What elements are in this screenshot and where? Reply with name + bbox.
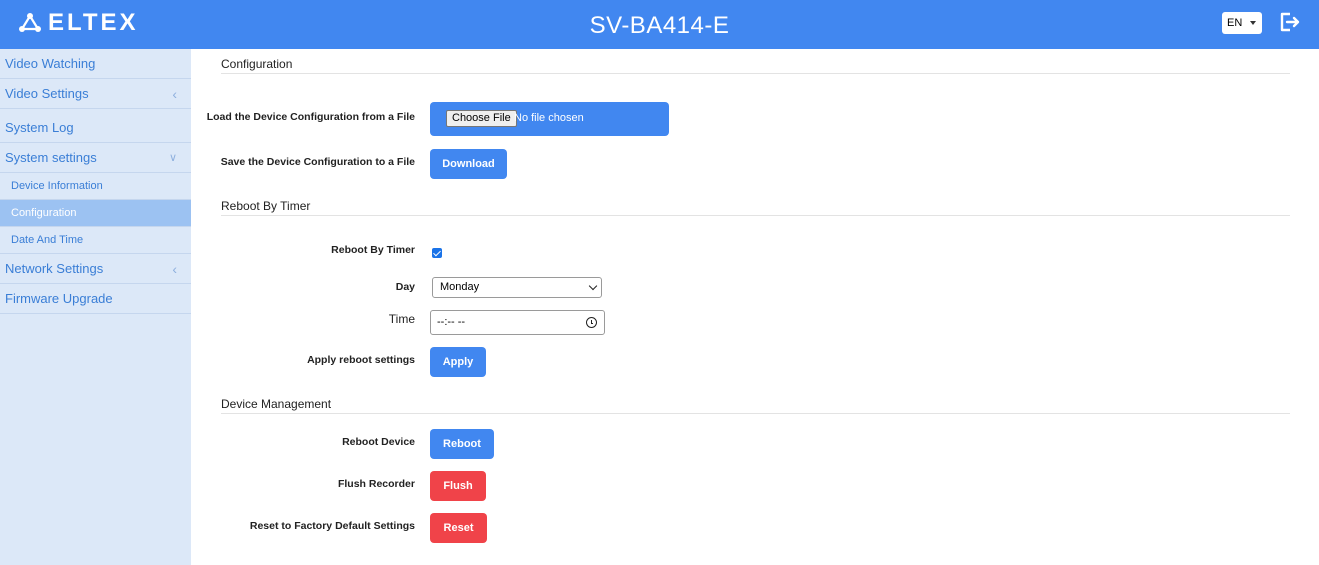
sidebar-item-video-settings[interactable]: Video Settings ‹: [0, 79, 191, 109]
sidebar-item-video-watching[interactable]: Video Watching: [0, 49, 191, 79]
section-divider: [221, 215, 1290, 216]
main-content: Configuration Load the Device Configurat…: [191, 49, 1319, 565]
factory-reset-label: Reset to Factory Default Settings: [249, 520, 415, 532]
sidebar-item-label: Firmware Upgrade: [5, 291, 113, 306]
top-header: ELTEX SV-BA414-E EN: [0, 0, 1319, 49]
flush-recorder-label: Flush Recorder: [337, 478, 415, 490]
chevron-down-icon: ∨: [168, 152, 177, 164]
sidebar-item-date-and-time[interactable]: Date And Time: [0, 227, 191, 254]
language-value: EN: [1227, 17, 1243, 29]
download-button[interactable]: Download: [430, 149, 507, 179]
sidebar-item-label: System settings: [5, 150, 97, 165]
day-label: Day: [395, 281, 415, 293]
chevron-left-icon: ‹: [172, 86, 177, 102]
section-divider: [221, 73, 1290, 74]
chevron-left-icon: ‹: [172, 261, 177, 277]
sidebar-item-label: Configuration: [11, 207, 77, 219]
sidebar: Video Watching Video Settings ‹ System Lo…: [0, 49, 191, 565]
sidebar-item-configuration[interactable]: Configuration: [0, 200, 191, 227]
sidebar-item-label: Date And Time: [11, 234, 84, 246]
day-select[interactable]: Monday: [432, 277, 602, 298]
sidebar-item-system-log[interactable]: System Log: [0, 113, 191, 143]
apply-button[interactable]: Apply: [430, 347, 486, 377]
config-file-input[interactable]: Choose File No file chosen: [430, 102, 669, 136]
reboot-timer-label: Reboot By Timer: [331, 244, 415, 256]
time-input-value: --:-- --: [437, 316, 466, 328]
device-title: SV-BA414-E: [589, 12, 730, 39]
time-label: Time: [388, 312, 415, 326]
load-config-label: Load the Device Configuration from a Fil…: [206, 111, 415, 123]
day-select-value: Monday: [440, 281, 480, 293]
file-status-text: No file chosen: [514, 112, 584, 124]
flush-button[interactable]: Flush: [430, 471, 486, 501]
reboot-device-label: Reboot Device: [342, 436, 415, 448]
section-title-configuration: Configuration: [221, 57, 293, 71]
logout-icon[interactable]: [1277, 10, 1301, 34]
reboot-timer-checkbox[interactable]: [432, 248, 442, 258]
sidebar-item-device-information[interactable]: Device Information: [0, 173, 191, 200]
sidebar-item-label: System Log: [5, 120, 74, 135]
sidebar-item-label: Video Watching: [5, 56, 96, 71]
choose-file-button[interactable]: Choose File: [446, 110, 517, 127]
clock-icon[interactable]: [586, 317, 597, 328]
sidebar-item-firmware-upgrade[interactable]: Firmware Upgrade: [0, 284, 191, 314]
caret-down-icon: [1250, 21, 1256, 25]
chevron-down-icon: [588, 281, 598, 291]
reboot-button[interactable]: Reboot: [430, 429, 494, 459]
sidebar-item-network-settings[interactable]: Network Settings ‹: [0, 254, 191, 284]
section-title-device-management: Device Management: [221, 397, 332, 411]
sidebar-item-label: Video Settings: [5, 86, 89, 101]
sidebar-item-label: Device Information: [11, 180, 103, 192]
language-select[interactable]: EN: [1222, 12, 1262, 34]
time-input[interactable]: --:-- --: [430, 310, 605, 335]
section-title-reboot-timer: Reboot By Timer: [221, 199, 311, 213]
apply-reboot-label: Apply reboot settings: [307, 354, 415, 366]
reset-button[interactable]: Reset: [430, 513, 487, 543]
sidebar-item-system-settings[interactable]: System settings ∨: [0, 143, 191, 173]
section-divider: [221, 413, 1290, 414]
save-config-label: Save the Device Configuration to a File: [220, 156, 415, 168]
sidebar-item-label: Network Settings: [5, 261, 104, 276]
